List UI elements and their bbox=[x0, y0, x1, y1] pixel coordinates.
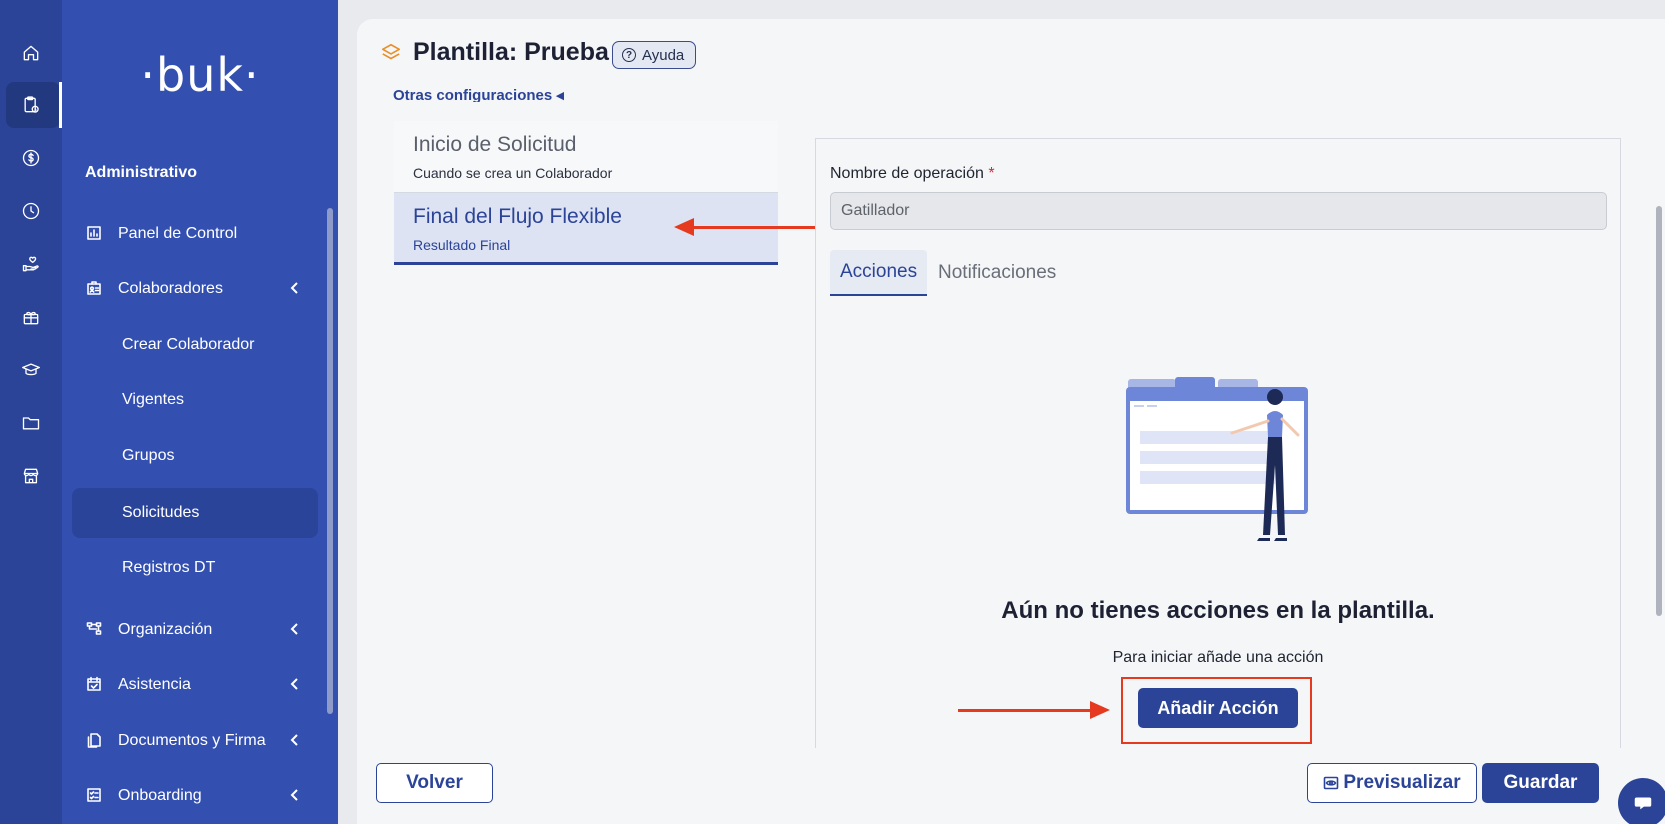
question-icon: ? bbox=[622, 48, 636, 62]
layers-icon bbox=[380, 42, 402, 64]
sidebar-item-label: Documentos y Firma bbox=[118, 732, 266, 749]
preview-button-label: Previsualizar bbox=[1343, 772, 1461, 793]
sidebar-item-panel-de-control[interactable]: Panel de Control bbox=[72, 209, 318, 259]
clock-icon bbox=[22, 202, 40, 220]
clipboard-clock-icon bbox=[24, 96, 39, 113]
preview-button[interactable]: Previsualizar bbox=[1307, 763, 1477, 803]
save-button[interactable]: Guardar bbox=[1482, 763, 1599, 803]
sidebar-item-label: Asistencia bbox=[118, 676, 191, 693]
annotation-arrowhead bbox=[1090, 701, 1110, 719]
tab-label: Notificaciones bbox=[938, 262, 1057, 283]
graduation-cap-icon bbox=[22, 363, 40, 376]
rail-store[interactable] bbox=[0, 453, 62, 499]
operation-name-input[interactable]: Gatillador bbox=[830, 192, 1607, 230]
sidebar-item-documentos-y-firma[interactable]: Documentos y Firma bbox=[72, 716, 318, 766]
rail-time[interactable] bbox=[0, 188, 62, 234]
help-button[interactable]: ? Ayuda bbox=[612, 41, 697, 69]
calendar-check-icon bbox=[86, 676, 104, 694]
checklist-icon bbox=[86, 787, 104, 805]
sidebar-subitem-label: Vigentes bbox=[122, 391, 184, 408]
step-final-del-flujo-flexible[interactable]: Final del Flujo Flexible Resultado Final bbox=[394, 193, 778, 265]
chevron-left-icon bbox=[288, 281, 304, 297]
required-mark: * bbox=[988, 165, 995, 182]
step-title: Final del Flujo Flexible bbox=[413, 205, 622, 228]
sidebar-item-label: Organización bbox=[118, 621, 213, 638]
empty-state-illustration bbox=[1126, 377, 1308, 541]
tab-label: Acciones bbox=[840, 261, 918, 282]
tab-notificaciones[interactable]: Notificaciones bbox=[928, 250, 1066, 296]
dollar-icon bbox=[22, 149, 40, 167]
rail-payments[interactable] bbox=[0, 135, 62, 181]
sidebar-subitem-grupos[interactable]: Grupos bbox=[72, 431, 318, 481]
add-action-button[interactable]: Añadir Acción bbox=[1138, 688, 1298, 728]
operation-name-label-text: Nombre de operación bbox=[830, 165, 984, 182]
step-inicio-de-solicitud[interactable]: Inicio de Solicitud Cuando se crea un Co… bbox=[394, 121, 778, 193]
chevron-left-icon bbox=[288, 622, 304, 638]
rail-files[interactable] bbox=[0, 400, 62, 446]
help-button-label: Ayuda bbox=[642, 46, 685, 64]
tab-acciones[interactable]: Acciones bbox=[830, 250, 928, 296]
chevron-left-icon bbox=[288, 733, 304, 749]
sidebar-subitem-solicitudes[interactable]: Solicitudes bbox=[72, 488, 318, 538]
rail-rewards[interactable] bbox=[0, 294, 62, 340]
operation-name-label: Nombre de operación * bbox=[830, 165, 995, 183]
org-chart-icon bbox=[86, 621, 104, 639]
empty-state-subtitle: Para iniciar añade una acción bbox=[1112, 649, 1324, 666]
documents-icon bbox=[86, 732, 104, 750]
sidebar-subitem-label: Solicitudes bbox=[122, 504, 200, 521]
chart-icon bbox=[86, 225, 104, 243]
chat-button[interactable] bbox=[1618, 778, 1665, 824]
rail-home[interactable] bbox=[0, 30, 62, 76]
rail-training[interactable] bbox=[0, 347, 62, 393]
sidebar-subitem-label: Registros DT bbox=[122, 559, 216, 576]
sidebar-section-title: Administrativo bbox=[85, 164, 198, 181]
back-button-label: Volver bbox=[406, 772, 463, 793]
sidebar-item-organizacion[interactable]: Organización bbox=[72, 605, 318, 655]
hand-heart-icon bbox=[22, 256, 39, 272]
icon-rail bbox=[0, 0, 62, 824]
annotation-arrowhead bbox=[674, 218, 694, 236]
sidebar-scrollbar[interactable] bbox=[327, 208, 333, 714]
save-button-label: Guardar bbox=[1503, 772, 1578, 793]
gift-icon bbox=[23, 311, 39, 325]
sidebar-subitem-label: Crear Colaborador bbox=[122, 336, 255, 353]
sidebar-item-onboarding[interactable]: Onboarding bbox=[72, 771, 318, 821]
annotation-arrow-shaft bbox=[694, 226, 818, 229]
id-badge-icon bbox=[86, 280, 104, 298]
folder-icon bbox=[22, 417, 40, 430]
step-subtitle: Cuando se crea un Colaborador bbox=[413, 165, 613, 181]
step-title: Inicio de Solicitud bbox=[413, 133, 577, 156]
sidebar-item-asistencia[interactable]: Asistencia bbox=[72, 660, 318, 710]
sidebar-item-colaboradores[interactable]: Colaboradores bbox=[72, 264, 318, 314]
other-config-link[interactable]: Otras configuraciones ◂ bbox=[393, 84, 564, 102]
operation-name-value: Gatillador bbox=[841, 202, 910, 219]
eye-icon bbox=[1324, 776, 1339, 790]
rail-benefits[interactable] bbox=[0, 241, 62, 287]
chevron-left-icon bbox=[288, 788, 304, 804]
sidebar: ·buk· Administrativo Panel de Control Co… bbox=[62, 0, 338, 824]
empty-state-title: Aún no tienes acciones en la plantilla. bbox=[1001, 597, 1435, 624]
sidebar-subitem-label: Grupos bbox=[122, 447, 175, 464]
rail-requests[interactable] bbox=[0, 82, 62, 128]
sidebar-item-label: Colaboradores bbox=[118, 280, 223, 297]
home-icon bbox=[23, 45, 39, 61]
page-title: Plantilla: Prueba bbox=[413, 38, 609, 66]
sidebar-item-label: Panel de Control bbox=[118, 225, 238, 242]
sidebar-subitem-vigentes[interactable]: Vigentes bbox=[72, 375, 318, 425]
back-button[interactable]: Volver bbox=[376, 763, 493, 803]
buk-logo[interactable]: ·buk· bbox=[62, 48, 338, 102]
store-icon bbox=[23, 468, 39, 484]
sidebar-item-label: Onboarding bbox=[118, 787, 202, 804]
sidebar-subitem-crear-colaborador[interactable]: Crear Colaborador bbox=[72, 320, 318, 370]
step-subtitle: Resultado Final bbox=[413, 237, 511, 253]
chevron-left-icon bbox=[288, 677, 304, 693]
sidebar-subitem-registros-dt[interactable]: Registros DT bbox=[72, 543, 318, 593]
annotation-arrow-shaft bbox=[958, 709, 1092, 712]
chat-icon bbox=[1634, 797, 1652, 810]
main-scrollbar[interactable] bbox=[1656, 206, 1662, 616]
